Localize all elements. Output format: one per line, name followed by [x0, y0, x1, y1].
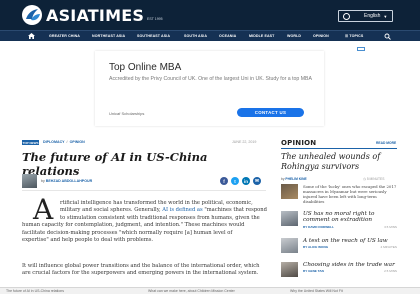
logo-est: EST 1995: [147, 17, 163, 21]
opinion-lead-readtime: ◷ 5 MINUTES: [363, 177, 384, 181]
nav-world[interactable]: WORLD: [287, 34, 301, 38]
paragraph-text: "machines that respond: [204, 207, 267, 214]
lead-readtime-text: 5 MINUTES: [366, 177, 385, 181]
language-label: English: [364, 13, 381, 19]
opinion-heading[interactable]: OPINION: [281, 139, 316, 147]
opinion-rule: [281, 148, 397, 149]
nav-opinion[interactable]: OPINION: [313, 34, 329, 38]
opinion-item[interactable]: Some of the 'lucky' ones who escaped the…: [281, 184, 397, 208]
opinion-thumbnail[interactable]: [281, 184, 298, 199]
opinion-thumbnail[interactable]: [281, 238, 298, 253]
paragraph-line: to stimulation consistent with tradition…: [60, 214, 260, 221]
article-date: JUNE 22, 2019: [232, 140, 257, 144]
opinion-item-text: A test on the reach of US law BY ALICE W…: [303, 238, 397, 249]
byline-prefix: by: [41, 179, 45, 183]
opinion-item[interactable]: Choosing sides in the trade war BY GENE …: [281, 262, 397, 284]
author-row: by BEHZAD ABDOLLAHPOUR f t in ✉: [22, 174, 266, 190]
chevron-down-icon: ▼: [383, 13, 388, 19]
search-icon[interactable]: [384, 33, 391, 40]
top-news-badge[interactable]: TOP NEWS: [22, 140, 39, 145]
globe-icon: [343, 12, 350, 20]
globe-logo-icon: [22, 5, 42, 25]
ad-choices-icon[interactable]: [357, 47, 365, 51]
opinion-item-readtime: 3.5 MINS: [384, 224, 397, 229]
paragraph-text: military and social spheres. Generally,: [60, 207, 161, 214]
opinion-item-title[interactable]: Choosing sides in the trade war: [303, 262, 397, 268]
paragraph-line: facilitate decision-making processes "wh…: [22, 229, 233, 236]
opinion-thumbnail[interactable]: [281, 211, 298, 226]
author-name[interactable]: BEHZAD ABDOLLAHPOUR: [46, 179, 92, 183]
top-header: ASIATIMES EST 1995 English ▼: [0, 0, 420, 30]
nav-oceania[interactable]: OCEANIA: [219, 34, 236, 38]
opinion-item-meta: BY DAVID DODWELL 3.5 MINS: [303, 225, 397, 229]
opinion-item[interactable]: A test on the reach of US law BY ALICE W…: [281, 238, 397, 258]
nav-topics-label: TOPICS: [349, 34, 364, 38]
author-avatar[interactable]: [22, 174, 37, 188]
read-more-link[interactable]: READ MORE: [376, 141, 396, 145]
article-paragraph-2: It will influence global power transitio…: [22, 263, 266, 278]
opinion-item-author[interactable]: BY GENE TAN: [303, 269, 324, 273]
opinion-thumbnail[interactable]: [281, 262, 298, 277]
lead-author[interactable]: PHELIM KINE: [285, 177, 306, 181]
paragraph-line: rtificial intelligence has transformed t…: [60, 200, 253, 206]
clock-icon: ◷: [363, 177, 366, 181]
opinion-item-author[interactable]: BY ALICE WONG: [303, 245, 328, 249]
home-icon[interactable]: [28, 33, 35, 39]
kicker-opinion[interactable]: OPINION: [70, 140, 85, 144]
opinion-item-author[interactable]: BY DAVID DODWELL: [303, 225, 334, 229]
opinion-item-text: US has no moral right to comment on extr…: [303, 211, 397, 229]
twitter-share-icon[interactable]: t: [231, 177, 239, 185]
bottom-link[interactable]: What can we make here, about Children Mi…: [148, 289, 235, 293]
byline: by BEHZAD ABDOLLAHPOUR: [41, 179, 92, 183]
page: ASIATIMES EST 1995 English ▼ GREATER CHI…: [0, 0, 420, 294]
opinion-lead-byline: by PHELIM KINE: [281, 177, 307, 181]
ad-banner[interactable]: Top Online MBA Accredited by the Privy C…: [95, 51, 324, 126]
ai-definition-link[interactable]: AI is defined as: [162, 207, 202, 213]
nav-greater-china[interactable]: GREATER CHINA: [49, 34, 80, 38]
opinion-snippet: Some of the 'lucky' ones who escaped the…: [303, 184, 397, 204]
bottom-strip: The future of AI in US-China relations W…: [0, 287, 420, 294]
opinion-item-readtime: 4 MINUTES: [380, 245, 397, 250]
ad-contact-button[interactable]: CONTACT US: [237, 108, 304, 117]
nav-middle-east[interactable]: MIDDLE EAST: [249, 34, 274, 38]
ad-title: Top Online MBA: [109, 62, 182, 73]
linkedin-share-icon[interactable]: in: [242, 177, 250, 185]
nav-southeast-asia[interactable]: SOUTHEAST ASIA: [137, 34, 170, 38]
opinion-item-title[interactable]: A test on the reach of US law: [303, 238, 397, 244]
lead-byline-prefix: by: [281, 177, 285, 181]
opinion-item-meta: BY GENE TAN 2.5 MINS: [303, 269, 397, 273]
kicker-diplomacy[interactable]: DIPLOMACY: [43, 140, 65, 144]
ad-brand: Unicaf Scholarships: [109, 111, 145, 116]
paragraph-line: are crucial factors for the superpowers …: [22, 270, 259, 277]
kicker-separator: /: [65, 140, 69, 144]
facebook-share-icon[interactable]: f: [220, 177, 228, 185]
logo-text: ASIATIMES: [46, 5, 145, 25]
paragraph-line: expertise" and help people to deal with …: [22, 237, 154, 244]
byline-divider: [22, 190, 266, 191]
ad-description: Accredited by the Privy Council of UK. O…: [109, 76, 312, 82]
nav-topics-menu[interactable]: ☰ TOPICS: [345, 34, 363, 38]
nav-northeast-asia[interactable]: NORTHEAST ASIA: [92, 34, 125, 38]
paragraph-line: military and social spheres. Generally, …: [22, 207, 267, 214]
paragraph-line: human capacity for contemplation, judgme…: [22, 222, 245, 229]
bottom-link[interactable]: The future of AI in US-China relations: [6, 289, 64, 293]
article-paragraph-1: rtificial intelligence has transformed t…: [22, 200, 267, 244]
opinion-item-text: Choosing sides in the trade war BY GENE …: [303, 262, 397, 273]
email-share-icon[interactable]: ✉: [253, 177, 261, 185]
opinion-item-readtime: 2.5 MINS: [384, 269, 397, 274]
opinion-item-title[interactable]: US has no moral right to comment on extr…: [303, 211, 397, 224]
opinion-item[interactable]: US has no moral right to comment on extr…: [281, 211, 397, 235]
language-selector[interactable]: English ▼: [338, 10, 393, 22]
site-logo[interactable]: ASIATIMES EST 1995: [22, 5, 163, 25]
opinion-lead-title[interactable]: The unhealed wounds of Rohingya survivor…: [281, 152, 397, 171]
nav-south-asia[interactable]: SOUTH ASIA: [184, 34, 207, 38]
bottom-link[interactable]: Why the United States Will Not Fit: [290, 289, 343, 293]
opinion-item-meta: BY ALICE WONG 4 MINUTES: [303, 245, 397, 249]
article-kicker: DIPLOMACY / OPINION: [43, 140, 85, 144]
paragraph-line: It will influence global power transitio…: [22, 263, 260, 269]
main-nav: GREATER CHINA NORTHEAST ASIA SOUTHEAST A…: [0, 30, 420, 41]
